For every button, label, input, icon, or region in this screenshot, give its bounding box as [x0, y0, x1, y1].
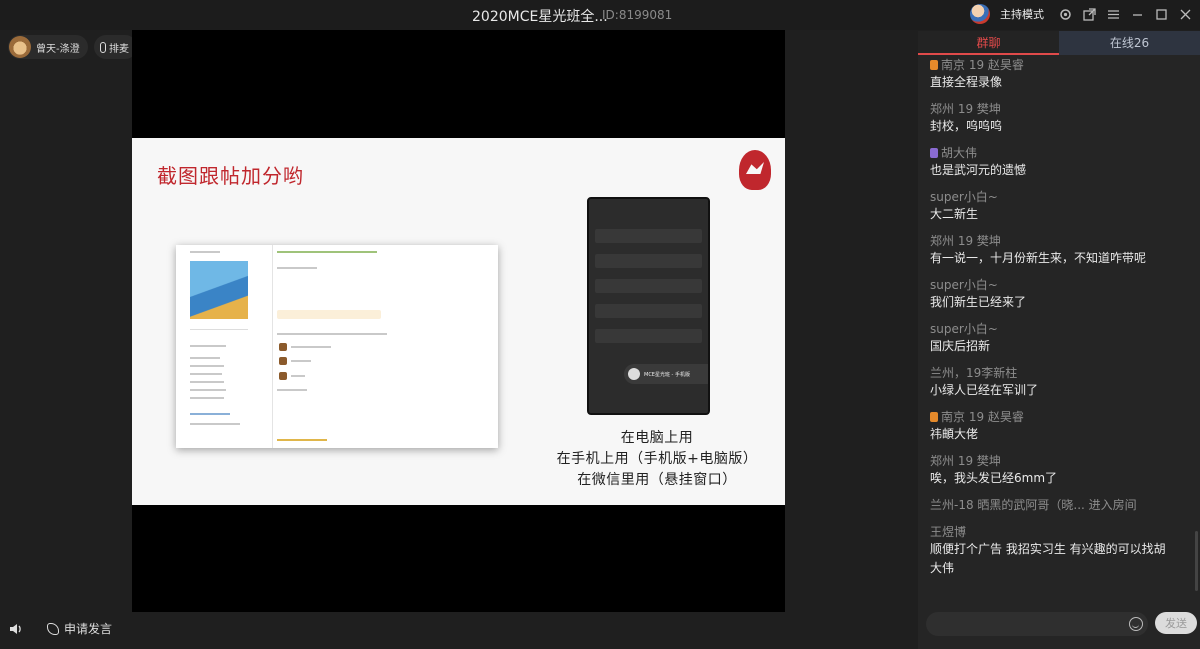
shared-slide: 截图跟帖加分哟 MCE星光班 - 手机版 在电脑上用 在手机上用（手机版+电脑版… — [132, 138, 785, 505]
phone-call-icon — [47, 622, 59, 635]
close-icon[interactable] — [1178, 7, 1192, 21]
phone-float-label: MCE星光班 - 手机版 — [644, 371, 690, 378]
chat-message: super小白~ 我们新生已经来了 — [930, 277, 1192, 312]
sender-name: 兰州，19李新柱 — [930, 366, 1018, 380]
chat-input-row: 发送 — [926, 612, 1197, 636]
slide-caption: 在电脑上用 在手机上用（手机版+电脑版） 在微信里用（悬挂窗口） — [542, 428, 772, 491]
caption-line-3: 在微信里用（悬挂窗口） — [577, 472, 737, 488]
message-text: 封校，呜呜呜 — [930, 119, 1003, 133]
sender-name: super小白~ — [930, 190, 998, 204]
sender-name: 郑州 19 樊坤 — [930, 234, 1001, 248]
msi-logo-icon — [739, 150, 771, 190]
chat-message: 南京 19 赵昊睿 祎頔大佬 — [930, 409, 1192, 444]
message-text: 小绿人已经在军训了 — [930, 383, 1039, 397]
popout-icon[interactable] — [1082, 7, 1096, 21]
chat-message: super小白~ 大二新生 — [930, 189, 1192, 224]
video-stage[interactable]: 截图跟帖加分哟 MCE星光班 - 手机版 在电脑上用 在手机上用（手机版+电脑版… — [132, 30, 785, 612]
message-text: 唉，我头发已经6mm了 — [930, 471, 1058, 485]
send-button[interactable]: 发送 — [1155, 612, 1197, 634]
sender-name: 郑州 19 樊坤 — [930, 454, 1001, 468]
speaker-volume-icon[interactable] — [9, 621, 23, 635]
forum-avatar-image — [190, 261, 248, 319]
chat-message: 郑州 19 樊坤 唉，我头发已经6mm了 — [930, 453, 1192, 488]
chat-tabs: 群聊 在线26 — [918, 31, 1200, 55]
mic-queue-button[interactable]: 排麦 — [94, 35, 137, 59]
member-badge-icon — [930, 148, 938, 158]
message-list[interactable]: 南京 19 赵昊睿 直接全程录像 郑州 19 樊坤 封校，呜呜呜 胡大伟 也是武… — [930, 57, 1192, 625]
forum-screenshot — [176, 245, 498, 448]
message-text: 大二新生 — [930, 207, 979, 221]
settings-icon[interactable] — [1058, 7, 1072, 21]
speaker-avatar — [9, 36, 31, 58]
host-avatar[interactable] — [970, 4, 990, 24]
system-join-message: 兰州-18 晒黑的武阿哥（晓... 进入房间 — [930, 498, 1137, 512]
chat-input[interactable] — [926, 612, 1148, 636]
current-speaker-chip[interactable]: 曾天-涤澄 — [8, 35, 88, 59]
tab-group-chat[interactable]: 群聊 — [918, 31, 1059, 55]
window-title: 2020MCE星光班全... — [472, 9, 608, 25]
slide-title: 截图跟帖加分哟 — [157, 164, 304, 188]
speaker-name: 曾天-涤澄 — [36, 43, 80, 55]
message-text: 国庆后招新 — [930, 339, 991, 353]
sender-name: 南京 19 赵昊睿 — [941, 58, 1024, 72]
chat-scrollbar[interactable] — [1195, 531, 1198, 591]
forum-rating-bar — [277, 310, 381, 319]
tab-online[interactable]: 在线26 — [1059, 31, 1200, 55]
sender-name: 胡大伟 — [941, 146, 978, 160]
menu-icon[interactable] — [1106, 7, 1120, 21]
emoji-icon[interactable] — [1129, 617, 1143, 631]
message-text: 祎頔大佬 — [930, 427, 979, 441]
chat-message: 王煜博 顺便打个广告 我招实习生 有兴趣的可以找胡 大伟 — [930, 524, 1192, 578]
room-id: ID:8199081 — [602, 8, 673, 22]
window-controls: 主持模式 — [970, 4, 1192, 24]
message-text-line-2: 大伟 — [930, 561, 955, 575]
chat-message: 胡大伟 也是武河元的遗憾 — [930, 145, 1192, 180]
member-badge-icon — [930, 412, 938, 422]
mic-icon — [100, 41, 106, 53]
caption-line-2: 在手机上用（手机版+电脑版） — [556, 451, 758, 467]
app-window: 2020MCE星光班全... ID:8199081 主持模式 曾天-涤澄 排麦 … — [0, 0, 1200, 649]
message-text: 有一说一，十月份新生来，不知道咋带呢 — [930, 251, 1147, 265]
message-text: 直接全程录像 — [930, 75, 1003, 89]
chat-message: 郑州 19 樊坤 封校，呜呜呜 — [930, 101, 1192, 136]
chat-panel: 群聊 在线26 南京 19 赵昊睿 直接全程录像 郑州 19 樊坤 封校，呜呜呜… — [918, 31, 1200, 649]
member-badge-icon — [930, 60, 938, 70]
apply-speak-label: 申请发言 — [64, 622, 113, 636]
sender-name: 郑州 19 樊坤 — [930, 102, 1001, 116]
message-text: 也是武河元的遗憾 — [930, 163, 1027, 177]
chat-message: 兰州，19李新柱 小绿人已经在军训了 — [930, 365, 1192, 400]
title-bar: 2020MCE星光班全... ID:8199081 主持模式 — [0, 0, 1200, 30]
sender-name: super小白~ — [930, 322, 998, 336]
forum-post — [272, 245, 498, 448]
message-text: 我们新生已经来了 — [930, 295, 1027, 309]
message-text-line-1: 顺便打个广告 我招实习生 有兴趣的可以找胡 — [930, 542, 1166, 556]
minimize-icon[interactable] — [1130, 7, 1144, 21]
mic-queue-label: 排麦 — [109, 43, 129, 55]
apply-speak-button[interactable]: 申请发言 — [47, 620, 112, 637]
chat-message: 郑州 19 樊坤 有一说一，十月份新生来，不知道咋带呢 — [930, 233, 1192, 268]
chat-message: 南京 19 赵昊睿 直接全程录像 — [930, 57, 1192, 92]
sender-name: 南京 19 赵昊睿 — [941, 410, 1024, 424]
forum-profile — [176, 245, 266, 448]
sender-name: super小白~ — [930, 278, 998, 292]
caption-line-1: 在电脑上用 — [620, 430, 694, 446]
phone-mockup: MCE星光班 - 手机版 — [587, 197, 710, 415]
chat-message: super小白~ 国庆后招新 — [930, 321, 1192, 356]
maximize-icon[interactable] — [1154, 7, 1168, 21]
phone-floating-window: MCE星光班 - 手机版 — [624, 364, 708, 384]
sender-name: 王煜博 — [930, 525, 967, 539]
host-mode-label[interactable]: 主持模式 — [1000, 6, 1044, 22]
